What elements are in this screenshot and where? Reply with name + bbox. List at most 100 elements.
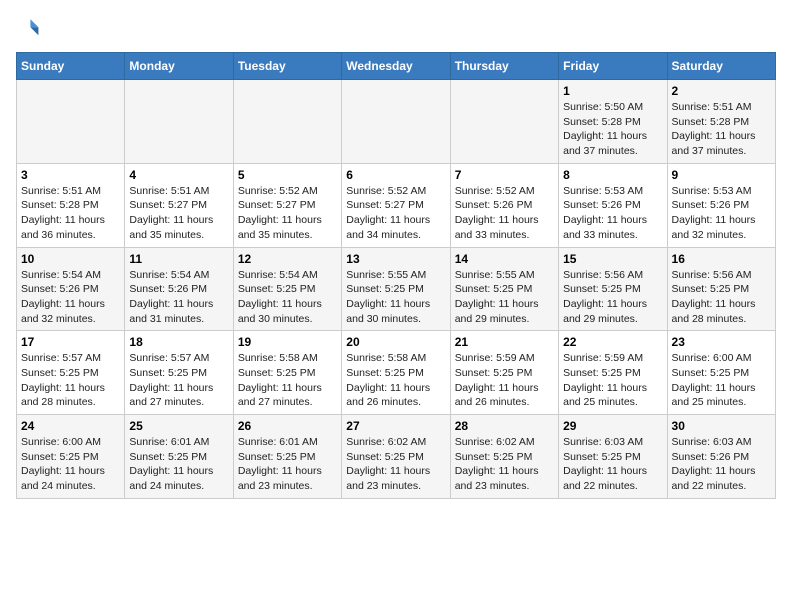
day-number: 10 xyxy=(21,252,120,266)
calendar-cell xyxy=(233,80,341,164)
calendar-week-4: 17 Sunrise: 5:57 AMSunset: 5:25 PMDayligh… xyxy=(17,331,776,415)
day-info: Sunrise: 5:53 AMSunset: 5:26 PMDaylight:… xyxy=(672,184,771,243)
day-info: Sunrise: 5:56 AMSunset: 5:25 PMDaylight:… xyxy=(563,268,662,327)
day-number: 1 xyxy=(563,84,662,98)
calendar-cell: 25 Sunrise: 6:01 AMSunset: 5:25 PMDayligh… xyxy=(125,415,233,499)
calendar-cell: 12Sunrise: 5:54 AMSunset: 5:25 PMDayligh… xyxy=(233,247,341,331)
calendar-header-row: SundayMondayTuesdayWednesdayThursdayFrid… xyxy=(17,53,776,80)
day-info: Sunrise: 6:01 AMSunset: 5:25 PMDaylight:… xyxy=(129,435,228,494)
day-number: 14 xyxy=(455,252,554,266)
day-number: 7 xyxy=(455,168,554,182)
calendar-week-1: 1 Sunrise: 5:50 AMSunset: 5:28 PMDaylight… xyxy=(17,80,776,164)
day-info: Sunrise: 5:59 AMSunset: 5:25 PMDaylight:… xyxy=(455,351,554,410)
calendar-cell: 16 Sunrise: 5:56 AMSunset: 5:25 PMDayligh… xyxy=(667,247,775,331)
weekday-header-tuesday: Tuesday xyxy=(233,53,341,80)
day-number: 23 xyxy=(672,335,771,349)
day-number: 28 xyxy=(455,419,554,433)
day-number: 6 xyxy=(346,168,445,182)
day-info: Sunrise: 5:53 AMSunset: 5:26 PMDaylight:… xyxy=(563,184,662,243)
day-info: Sunrise: 5:51 AMSunset: 5:28 PMDaylight:… xyxy=(21,184,120,243)
weekday-header-wednesday: Wednesday xyxy=(342,53,450,80)
day-info: Sunrise: 5:51 AMSunset: 5:27 PMDaylight:… xyxy=(129,184,228,243)
day-info: Sunrise: 5:59 AMSunset: 5:25 PMDaylight:… xyxy=(563,351,662,410)
day-number: 30 xyxy=(672,419,771,433)
calendar-cell: 7 Sunrise: 5:52 AMSunset: 5:26 PMDaylight… xyxy=(450,163,558,247)
calendar-cell: 18 Sunrise: 5:57 AMSunset: 5:25 PMDayligh… xyxy=(125,331,233,415)
calendar-cell: 5Sunrise: 5:52 AMSunset: 5:27 PMDaylight… xyxy=(233,163,341,247)
calendar-cell: 13 Sunrise: 5:55 AMSunset: 5:25 PMDayligh… xyxy=(342,247,450,331)
day-number: 13 xyxy=(346,252,445,266)
day-info: Sunrise: 5:52 AMSunset: 5:27 PMDaylight:… xyxy=(346,184,445,243)
day-number: 20 xyxy=(346,335,445,349)
day-info: Sunrise: 5:58 AMSunset: 5:25 PMDaylight:… xyxy=(346,351,445,410)
day-number: 26 xyxy=(238,419,337,433)
day-number: 21 xyxy=(455,335,554,349)
calendar-cell: 23 Sunrise: 6:00 AMSunset: 5:25 PMDayligh… xyxy=(667,331,775,415)
day-info: Sunrise: 5:58 AMSunset: 5:25 PMDaylight:… xyxy=(238,351,337,410)
calendar-cell xyxy=(125,80,233,164)
day-number: 27 xyxy=(346,419,445,433)
day-info: Sunrise: 5:55 AMSunset: 5:25 PMDaylight:… xyxy=(346,268,445,327)
page-header xyxy=(16,16,776,40)
day-info: Sunrise: 6:03 AMSunset: 5:25 PMDaylight:… xyxy=(563,435,662,494)
calendar-table: SundayMondayTuesdayWednesdayThursdayFrid… xyxy=(16,52,776,499)
day-info: Sunrise: 5:54 AMSunset: 5:25 PMDaylight:… xyxy=(238,268,337,327)
day-info: Sunrise: 5:57 AMSunset: 5:25 PMDaylight:… xyxy=(21,351,120,410)
calendar-cell: 8 Sunrise: 5:53 AMSunset: 5:26 PMDaylight… xyxy=(559,163,667,247)
day-number: 19 xyxy=(238,335,337,349)
day-number: 15 xyxy=(563,252,662,266)
calendar-cell: 24 Sunrise: 6:00 AMSunset: 5:25 PMDayligh… xyxy=(17,415,125,499)
calendar-cell: 10 Sunrise: 5:54 AMSunset: 5:26 PMDayligh… xyxy=(17,247,125,331)
logo xyxy=(16,16,44,40)
day-number: 3 xyxy=(21,168,120,182)
day-info: Sunrise: 6:00 AMSunset: 5:25 PMDaylight:… xyxy=(21,435,120,494)
day-info: Sunrise: 6:03 AMSunset: 5:26 PMDaylight:… xyxy=(672,435,771,494)
day-info: Sunrise: 5:56 AMSunset: 5:25 PMDaylight:… xyxy=(672,268,771,327)
calendar-cell: 6 Sunrise: 5:52 AMSunset: 5:27 PMDaylight… xyxy=(342,163,450,247)
day-info: Sunrise: 6:01 AMSunset: 5:25 PMDaylight:… xyxy=(238,435,337,494)
day-info: Sunrise: 5:54 AMSunset: 5:26 PMDaylight:… xyxy=(129,268,228,327)
weekday-header-thursday: Thursday xyxy=(450,53,558,80)
calendar-cell: 4Sunrise: 5:51 AMSunset: 5:27 PMDaylight… xyxy=(125,163,233,247)
calendar-cell: 20 Sunrise: 5:58 AMSunset: 5:25 PMDayligh… xyxy=(342,331,450,415)
calendar-cell: 19 Sunrise: 5:58 AMSunset: 5:25 PMDayligh… xyxy=(233,331,341,415)
calendar-cell: 9Sunrise: 5:53 AMSunset: 5:26 PMDaylight… xyxy=(667,163,775,247)
calendar-cell: 28 Sunrise: 6:02 AMSunset: 5:25 PMDayligh… xyxy=(450,415,558,499)
logo-icon xyxy=(16,16,40,40)
day-info: Sunrise: 5:54 AMSunset: 5:26 PMDaylight:… xyxy=(21,268,120,327)
calendar-cell: 22 Sunrise: 5:59 AMSunset: 5:25 PMDayligh… xyxy=(559,331,667,415)
calendar-cell: 21 Sunrise: 5:59 AMSunset: 5:25 PMDayligh… xyxy=(450,331,558,415)
calendar-week-3: 10 Sunrise: 5:54 AMSunset: 5:26 PMDayligh… xyxy=(17,247,776,331)
calendar-cell: 17 Sunrise: 5:57 AMSunset: 5:25 PMDayligh… xyxy=(17,331,125,415)
day-number: 17 xyxy=(21,335,120,349)
day-info: Sunrise: 6:02 AMSunset: 5:25 PMDaylight:… xyxy=(346,435,445,494)
calendar-cell: 11Sunrise: 5:54 AMSunset: 5:26 PMDayligh… xyxy=(125,247,233,331)
calendar-cell: 15 Sunrise: 5:56 AMSunset: 5:25 PMDayligh… xyxy=(559,247,667,331)
day-number: 2 xyxy=(672,84,771,98)
weekday-header-monday: Monday xyxy=(125,53,233,80)
weekday-header-saturday: Saturday xyxy=(667,53,775,80)
calendar-cell: 2Sunrise: 5:51 AMSunset: 5:28 PMDaylight… xyxy=(667,80,775,164)
weekday-header-sunday: Sunday xyxy=(17,53,125,80)
calendar-cell: 26 Sunrise: 6:01 AMSunset: 5:25 PMDayligh… xyxy=(233,415,341,499)
day-number: 29 xyxy=(563,419,662,433)
day-number: 8 xyxy=(563,168,662,182)
day-number: 18 xyxy=(129,335,228,349)
calendar-cell: 14 Sunrise: 5:55 AMSunset: 5:25 PMDayligh… xyxy=(450,247,558,331)
calendar-week-5: 24 Sunrise: 6:00 AMSunset: 5:25 PMDayligh… xyxy=(17,415,776,499)
day-info: Sunrise: 6:00 AMSunset: 5:25 PMDaylight:… xyxy=(672,351,771,410)
day-number: 24 xyxy=(21,419,120,433)
day-info: Sunrise: 5:57 AMSunset: 5:25 PMDaylight:… xyxy=(129,351,228,410)
day-number: 22 xyxy=(563,335,662,349)
calendar-cell: 30 Sunrise: 6:03 AMSunset: 5:26 PMDayligh… xyxy=(667,415,775,499)
calendar-cell xyxy=(342,80,450,164)
day-info: Sunrise: 5:55 AMSunset: 5:25 PMDaylight:… xyxy=(455,268,554,327)
day-number: 25 xyxy=(129,419,228,433)
day-info: Sunrise: 6:02 AMSunset: 5:25 PMDaylight:… xyxy=(455,435,554,494)
day-info: Sunrise: 5:52 AMSunset: 5:26 PMDaylight:… xyxy=(455,184,554,243)
calendar-cell: 29 Sunrise: 6:03 AMSunset: 5:25 PMDayligh… xyxy=(559,415,667,499)
calendar-cell: 1 Sunrise: 5:50 AMSunset: 5:28 PMDaylight… xyxy=(559,80,667,164)
day-number: 16 xyxy=(672,252,771,266)
day-info: Sunrise: 5:50 AMSunset: 5:28 PMDaylight:… xyxy=(563,100,662,159)
day-info: Sunrise: 5:52 AMSunset: 5:27 PMDaylight:… xyxy=(238,184,337,243)
